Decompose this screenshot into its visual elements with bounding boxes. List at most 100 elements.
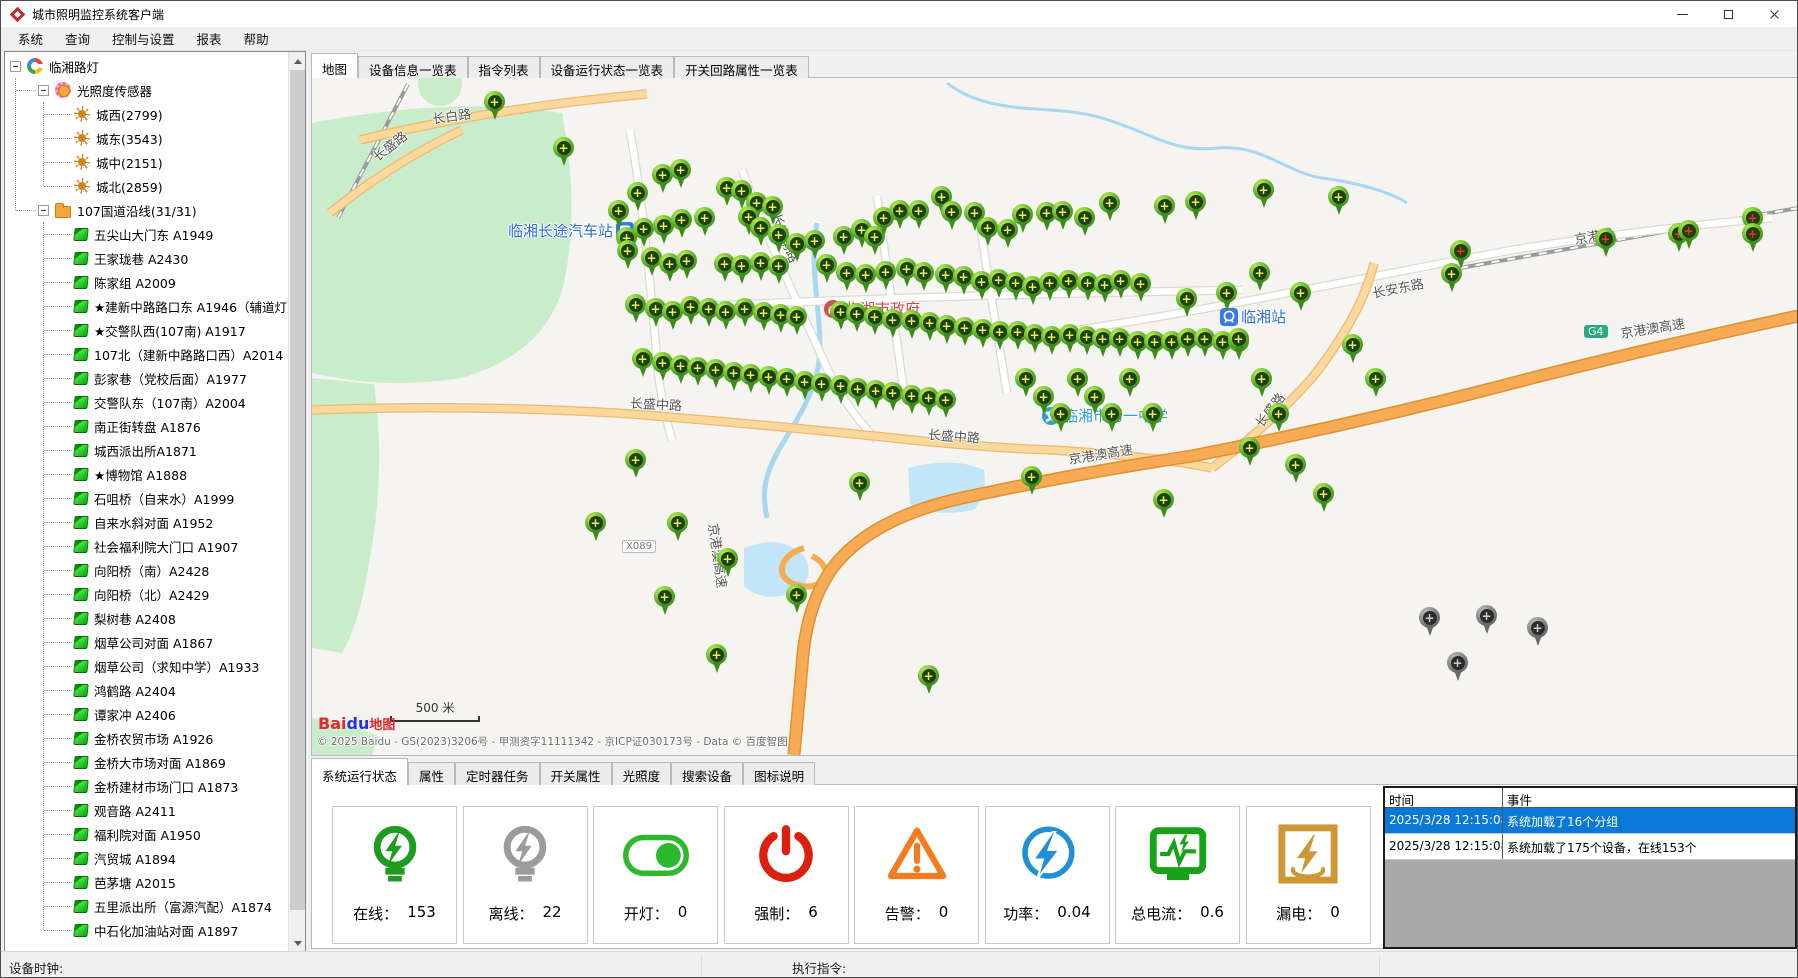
- tree-expander-icon[interactable]: [38, 85, 49, 96]
- map-pin-red[interactable]: [1595, 228, 1616, 249]
- map-pin-green[interactable]: [941, 201, 962, 222]
- map-pin-green[interactable]: [1239, 437, 1260, 458]
- map-pin-green[interactable]: [1216, 282, 1237, 303]
- map-pin-gray[interactable]: [1476, 605, 1497, 626]
- bottom-tab-1[interactable]: 属性: [408, 762, 455, 785]
- map-tab-4[interactable]: 开关回路属性一览表: [674, 56, 809, 78]
- map-pin-green[interactable]: [671, 209, 692, 230]
- map-tab-2[interactable]: 指令列表: [468, 56, 540, 78]
- bottom-tab-5[interactable]: 搜索设备: [671, 762, 743, 785]
- map-pin-green[interactable]: [811, 373, 832, 394]
- map-pin-green[interactable]: [553, 137, 574, 158]
- bottom-tab-3[interactable]: 开关属性: [540, 762, 612, 785]
- map-pin-green[interactable]: [633, 218, 654, 239]
- map-pin-green[interactable]: [715, 301, 736, 322]
- map-pin-green[interactable]: [804, 230, 825, 251]
- scroll-up-arrow[interactable]: [289, 52, 306, 69]
- tree-item[interactable]: 自来水斜对面 A1952: [5, 510, 289, 534]
- map-tab-3[interactable]: 设备运行状态一览表: [540, 56, 675, 78]
- map-pin-green[interactable]: [875, 261, 896, 282]
- bottom-tab-6[interactable]: 图标说明: [743, 762, 815, 785]
- tree-item[interactable]: 城东(3543): [5, 126, 289, 150]
- map-pin-green[interactable]: [1015, 368, 1036, 389]
- map-pin-green[interactable]: [1249, 262, 1270, 283]
- map-pin-green[interactable]: [882, 382, 903, 403]
- map-pin-green[interactable]: [1328, 186, 1349, 207]
- map-pin-green[interactable]: [717, 548, 738, 569]
- map-pin-green[interactable]: [1268, 403, 1289, 424]
- map-pin-green[interactable]: [786, 306, 807, 327]
- tree-item[interactable]: 中石化加油站对面 A1897: [5, 918, 289, 942]
- map-pin-green[interactable]: [935, 389, 956, 410]
- map-pin-red[interactable]: [1678, 220, 1699, 241]
- tree-item[interactable]: 福利院对面 A1950: [5, 822, 289, 846]
- map-pin-green[interactable]: [1253, 179, 1274, 200]
- map-pin-green[interactable]: [913, 262, 934, 283]
- tree-item[interactable]: 城西(2799): [5, 102, 289, 126]
- tree-item[interactable]: 芭茅塘 A2015: [5, 870, 289, 894]
- tree-item[interactable]: 城北(2859): [5, 174, 289, 198]
- menu-item-4[interactable]: 帮助: [233, 26, 280, 51]
- tree-item[interactable]: 谭家冲 A2406: [5, 702, 289, 726]
- map-pin-green[interactable]: [1021, 466, 1042, 487]
- map-pin-green[interactable]: [1228, 328, 1249, 349]
- map-pin-green[interactable]: [882, 309, 903, 330]
- minimize-button[interactable]: [1659, 1, 1705, 27]
- bottom-tab-4[interactable]: 光照度: [612, 762, 672, 785]
- map-pin-green[interactable]: [627, 182, 648, 203]
- map-pin-green[interactable]: [670, 159, 691, 180]
- map-canvas[interactable]: 500 米 Baidu地图 © 2025 Baidu - GS(2023)320…: [311, 78, 1798, 756]
- map-pin-green[interactable]: [1290, 282, 1311, 303]
- map-pin-green[interactable]: [1067, 368, 1088, 389]
- map-pin-green[interactable]: [1074, 207, 1095, 228]
- tree-item[interactable]: ★建新中路路口东 A1946（辅道灯）: [5, 294, 289, 318]
- map-pin-green[interactable]: [816, 254, 837, 275]
- map-tab-0[interactable]: 地图: [311, 53, 358, 78]
- map-pin-green[interactable]: [1058, 270, 1079, 291]
- tree-expander-icon[interactable]: [10, 61, 21, 72]
- map-pin-green[interactable]: [1285, 454, 1306, 475]
- tree-item[interactable]: 金桥农贸市场 A1926: [5, 726, 289, 750]
- tree-item[interactable]: 石咀桥（自来水）A1999: [5, 486, 289, 510]
- map-pin-green[interactable]: [731, 255, 752, 276]
- tree-item[interactable]: 向阳桥（北）A2429: [5, 582, 289, 606]
- map-pin-green[interactable]: [1119, 368, 1140, 389]
- tree-item[interactable]: 107北（建新中路路口西）A2014: [5, 342, 289, 366]
- menu-item-1[interactable]: 查询: [54, 26, 101, 51]
- tree-item[interactable]: 汽贸城 A1894: [5, 846, 289, 870]
- map-pin-green[interactable]: [617, 240, 638, 261]
- map-pin-green[interactable]: [1033, 386, 1054, 407]
- map-pin-green[interactable]: [667, 512, 688, 533]
- tree-item[interactable]: 107国道沿线(31/31): [5, 198, 289, 222]
- map-pin-green[interactable]: [608, 200, 629, 221]
- maximize-button[interactable]: [1705, 1, 1751, 27]
- map-pin-green[interactable]: [1153, 489, 1174, 510]
- map-pin-green[interactable]: [1185, 191, 1206, 212]
- map-pin-gray[interactable]: [1419, 607, 1440, 628]
- map-pin-green[interactable]: [585, 512, 606, 533]
- tree-item[interactable]: 南正街转盘 A1876: [5, 414, 289, 438]
- tree-item[interactable]: 梨树巷 A2408: [5, 606, 289, 630]
- tree-item[interactable]: 五尖山大门东 A1949: [5, 222, 289, 246]
- map-pin-green[interactable]: [1052, 201, 1073, 222]
- map-pin-red[interactable]: [1450, 240, 1471, 261]
- tree-item[interactable]: 鸿鹤路 A2404: [5, 678, 289, 702]
- tree-item[interactable]: 社会福利院大门口 A1907: [5, 534, 289, 558]
- map-pin-green[interactable]: [1084, 386, 1105, 407]
- map-pin-green[interactable]: [1099, 192, 1120, 213]
- map-pin-green[interactable]: [1142, 403, 1163, 424]
- map-pin-green[interactable]: [768, 255, 789, 276]
- map-pin-green[interactable]: [676, 250, 697, 271]
- map-pin-green[interactable]: [625, 449, 646, 470]
- tree-expander-icon[interactable]: [38, 205, 49, 216]
- map-pin-green[interactable]: [1101, 403, 1122, 424]
- map-pin-gray[interactable]: [1527, 617, 1548, 638]
- map-pin-green[interactable]: [836, 262, 857, 283]
- map-pin-green[interactable]: [1176, 288, 1197, 309]
- event-row[interactable]: 2025/3/28 12:15:08系统加载了175个设备，在线153个: [1385, 834, 1795, 860]
- bottom-tab-2[interactable]: 定时器任务: [455, 762, 540, 785]
- tree-item[interactable]: 光照度传感器: [5, 78, 289, 102]
- tree-item[interactable]: 金桥建材市场门口 A1873: [5, 774, 289, 798]
- tree-item[interactable]: 烟草公司（求知中学）A1933: [5, 654, 289, 678]
- map-pin-green[interactable]: [632, 348, 653, 369]
